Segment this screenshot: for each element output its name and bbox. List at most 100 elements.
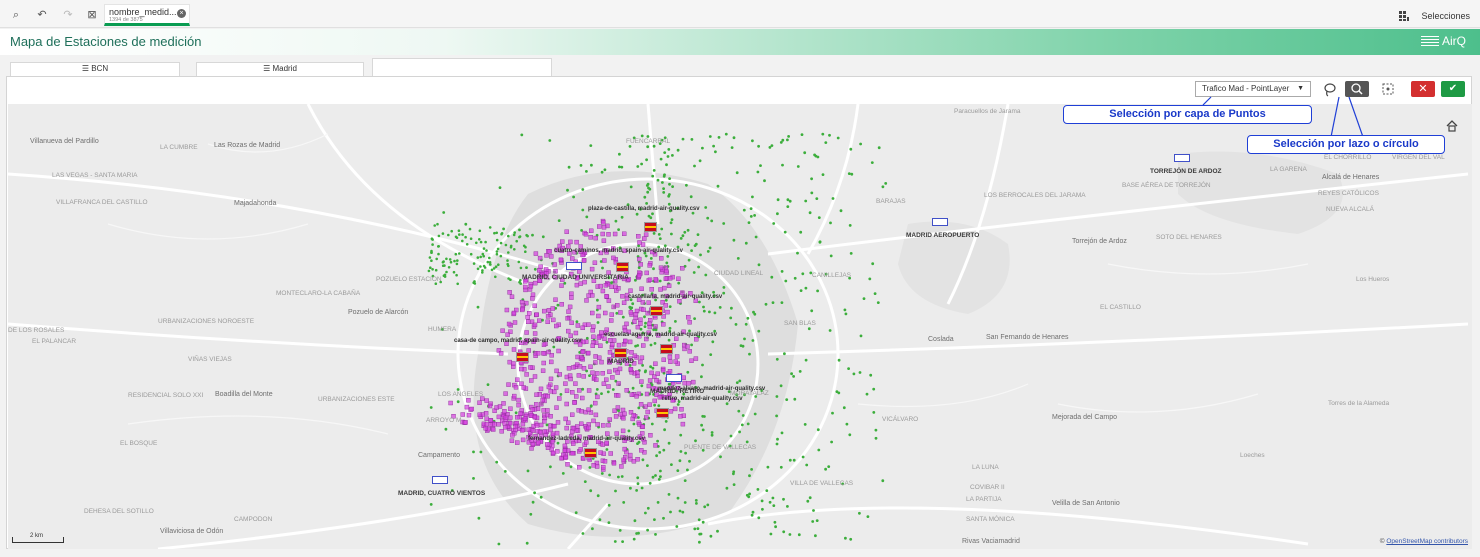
spain-flag-icon[interactable] bbox=[516, 352, 529, 362]
lasso-icon bbox=[1324, 83, 1336, 97]
map-marker-icon[interactable] bbox=[566, 262, 582, 270]
attribution-link[interactable]: OpenStreetMap contributors bbox=[1386, 538, 1468, 545]
list-icon: ☰ bbox=[81, 64, 92, 73]
place-label: HUMERA bbox=[428, 326, 457, 333]
place-label: LA CUMBRE bbox=[160, 144, 198, 151]
close-icon: ✕ bbox=[1418, 83, 1428, 95]
place-label: SOTO DEL HENARES bbox=[1156, 234, 1222, 241]
place-label: VIRGEN DEL VAL bbox=[1392, 154, 1445, 161]
cancel-selection-button[interactable]: ✕ bbox=[1411, 81, 1435, 97]
app-logo: AirQ bbox=[1421, 34, 1466, 48]
selections-grid-icon bbox=[1399, 11, 1410, 21]
place-label: Torrejón de Ardoz bbox=[1072, 238, 1127, 245]
place-label: Velilla de San Antonio bbox=[1052, 500, 1120, 507]
place-label: VILLAFRANCA DEL CASTILLO bbox=[56, 199, 148, 206]
confirm-selection-button[interactable]: ✔ bbox=[1441, 81, 1465, 97]
logo-text: AirQ bbox=[1442, 34, 1466, 48]
smart-search-icon[interactable]: ⌕ bbox=[8, 8, 24, 22]
place-label: LOS ANGELES bbox=[438, 391, 484, 398]
station-area-label: MADRID, CUATRO VIENTOS bbox=[398, 490, 486, 497]
chevron-down-icon: ▼ bbox=[1297, 85, 1304, 92]
selections-button[interactable]: Selecciones bbox=[1399, 11, 1470, 21]
lasso-select-button[interactable] bbox=[1319, 81, 1341, 97]
station-label: cuatro-caminos, madrid, spain-air-qualit… bbox=[554, 248, 683, 254]
spain-flag-icon[interactable] bbox=[584, 448, 597, 458]
place-label: LA PARTIJA bbox=[966, 496, 1002, 503]
place-label: BASE AÉREA DE TORREJÓN bbox=[1122, 182, 1211, 189]
map-marker-icon[interactable] bbox=[932, 218, 948, 226]
place-label: DE LOS ROSALES bbox=[8, 327, 65, 334]
place-label: BARAJAS bbox=[876, 198, 906, 205]
clear-selections-icon[interactable]: ⊠ bbox=[84, 8, 100, 22]
spain-flag-icon[interactable] bbox=[660, 344, 673, 354]
place-label: Rivas Vaciamadrid bbox=[962, 538, 1020, 545]
layer-dropdown-value: Trafico Mad - PointLayer bbox=[1202, 84, 1290, 93]
place-label: URBANIZACIONES NOROESTE bbox=[158, 318, 255, 325]
station-label: castellana, madrid-air-quality.csv bbox=[628, 294, 723, 300]
place-label: EL CHORRILLO bbox=[1324, 154, 1372, 161]
selection-chip-title: nombre_medid... bbox=[109, 7, 177, 17]
place-label: Alcalá de Henares bbox=[1322, 174, 1380, 181]
place-label: CIUDAD LINEAL bbox=[714, 270, 764, 277]
place-label: COVIBAR II bbox=[970, 484, 1005, 491]
spain-flag-icon[interactable] bbox=[650, 306, 663, 316]
map-marker-icon[interactable] bbox=[432, 476, 448, 484]
place-label: MONTECLARO-LA CABAÑA bbox=[276, 290, 361, 297]
map-scale-label: 2 km bbox=[30, 533, 44, 539]
layer-dropdown[interactable]: Trafico Mad - PointLayer ▼ bbox=[1195, 81, 1311, 97]
attribution-prefix: © bbox=[1379, 538, 1385, 545]
station-label: escuelas-aguirre, madrid-air-quality.csv bbox=[604, 332, 717, 338]
filter-pane: ☰ BCN ☰ Madrid bbox=[0, 56, 1480, 80]
spain-flag-icon[interactable] bbox=[656, 408, 669, 418]
place-label: POZUELO ESTACION bbox=[376, 276, 442, 283]
map-canvas[interactable]: Villanueva del Pardillo LA CUMBRE Las Ro… bbox=[8, 104, 1472, 549]
station-label: retiro, madrid-air-quality.csv bbox=[662, 396, 743, 402]
map-marker-icon[interactable] bbox=[666, 374, 682, 382]
place-label: Coslada bbox=[928, 336, 954, 343]
place-label: Los Hueros bbox=[1356, 276, 1390, 283]
place-label: SAN BLAS bbox=[784, 320, 816, 327]
step-forward-icon[interactable]: ↷ bbox=[60, 8, 76, 22]
rect-select-icon bbox=[1382, 83, 1394, 95]
place-label: ARROYO M bbox=[426, 417, 462, 424]
station-area-label: MADRID, CIUDAD UNIVERSITARIA bbox=[522, 274, 629, 281]
station-label: fernandez-ladreda, madrid-air-quality.cs… bbox=[528, 436, 645, 442]
selection-toolbar: ⌕ ↶ ↷ ⊠ nombre_medid... 1394 de 3875 × S… bbox=[0, 0, 1480, 28]
place-label: Pozuelo de Alarcón bbox=[348, 309, 409, 316]
place-label: VIÑAS VIEJAS bbox=[188, 356, 232, 363]
place-label: Campamento bbox=[418, 452, 461, 459]
place-label: REYES CATÓLICOS bbox=[1318, 190, 1379, 197]
place-label: Villaviciosa de Odón bbox=[160, 528, 224, 535]
place-label: LA GARENA bbox=[1270, 166, 1307, 173]
place-label: FUENCARRAL bbox=[626, 138, 671, 145]
place-label: MADRID AEROPUERTO bbox=[906, 232, 980, 239]
place-label: LAS VEGAS - SANTA MARIA bbox=[52, 172, 138, 179]
station-label: mendez-alvaro, madrid-air-quality.csv bbox=[658, 386, 766, 392]
circle-select-button[interactable] bbox=[1345, 81, 1369, 97]
rect-select-button[interactable] bbox=[1377, 81, 1399, 97]
spain-flag-icon[interactable] bbox=[616, 262, 629, 272]
place-label: EL PALANCAR bbox=[32, 338, 77, 345]
step-back-icon[interactable]: ↶ bbox=[34, 8, 50, 22]
spain-flag-icon[interactable] bbox=[644, 222, 657, 232]
map-basemap bbox=[8, 104, 1469, 549]
map-marker-icon[interactable] bbox=[1174, 154, 1190, 162]
place-label: LOS BERROCALES DEL JARAMA bbox=[984, 192, 1086, 199]
map-attribution: © OpenStreetMap contributors bbox=[1380, 538, 1468, 545]
place-label: DEHESA DEL SOTILLO bbox=[84, 508, 154, 515]
filter-label: BCN bbox=[91, 64, 109, 73]
place-label: LA LUNA bbox=[972, 464, 999, 471]
selection-chip[interactable]: nombre_medid... 1394 de 3875 × bbox=[104, 4, 190, 26]
sheet-title-bar: Mapa de Estaciones de medición AirQ bbox=[0, 29, 1480, 55]
map-panel: Trafico Mad - PointLayer ▼ ✕ ✔ Villanuev… bbox=[6, 76, 1472, 549]
home-icon[interactable] bbox=[1446, 120, 1458, 132]
place-label: URBANIZACIONES ESTE bbox=[318, 396, 395, 403]
place-label: VILLA DE VALLECAS bbox=[790, 480, 854, 487]
callout-lasso-circle: Selección por lazo o círculo bbox=[1247, 135, 1445, 154]
spain-flag-icon[interactable] bbox=[614, 348, 627, 358]
station-label: plaza-de-castilla, madrid-air-quality.cs… bbox=[588, 206, 700, 212]
place-label: CAMPODON bbox=[234, 516, 273, 523]
place-label: RESIDENCIAL SOLO XXI bbox=[128, 392, 204, 399]
place-label: Majadahonda bbox=[234, 200, 277, 207]
clear-chip-icon[interactable]: × bbox=[177, 9, 186, 18]
